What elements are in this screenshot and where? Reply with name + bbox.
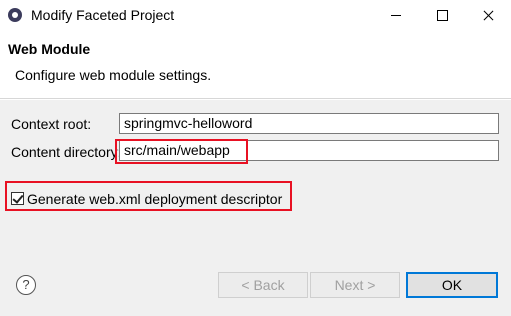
back-button[interactable]: < Back: [218, 272, 308, 298]
page-title: Web Module: [8, 41, 91, 57]
title-bar: Modify Faceted Project: [0, 0, 511, 31]
context-root-label: Context root:: [11, 116, 92, 132]
generate-descriptor-label[interactable]: Generate web.xml deployment descriptor: [27, 191, 282, 207]
minimize-icon: [391, 15, 401, 16]
divider: [0, 99, 511, 100]
eclipse-icon: [6, 8, 24, 22]
content-directory-label: Content directory:: [11, 144, 122, 160]
maximize-button[interactable]: [419, 0, 465, 31]
next-button[interactable]: Next >: [310, 272, 400, 298]
window-title: Modify Faceted Project: [31, 7, 175, 23]
context-root-input[interactable]: springmvc-helloword: [119, 113, 499, 134]
page-header: Web Module Configure web module settings…: [0, 31, 511, 99]
ok-button[interactable]: OK: [406, 272, 498, 298]
close-button[interactable]: [465, 0, 511, 31]
generate-descriptor-checkbox[interactable]: [11, 192, 24, 205]
page-description: Configure web module settings.: [15, 67, 212, 83]
content-directory-input[interactable]: src/main/webapp: [119, 140, 499, 161]
help-icon[interactable]: ?: [16, 275, 36, 295]
minimize-button[interactable]: [373, 0, 419, 31]
maximize-icon: [437, 10, 448, 21]
